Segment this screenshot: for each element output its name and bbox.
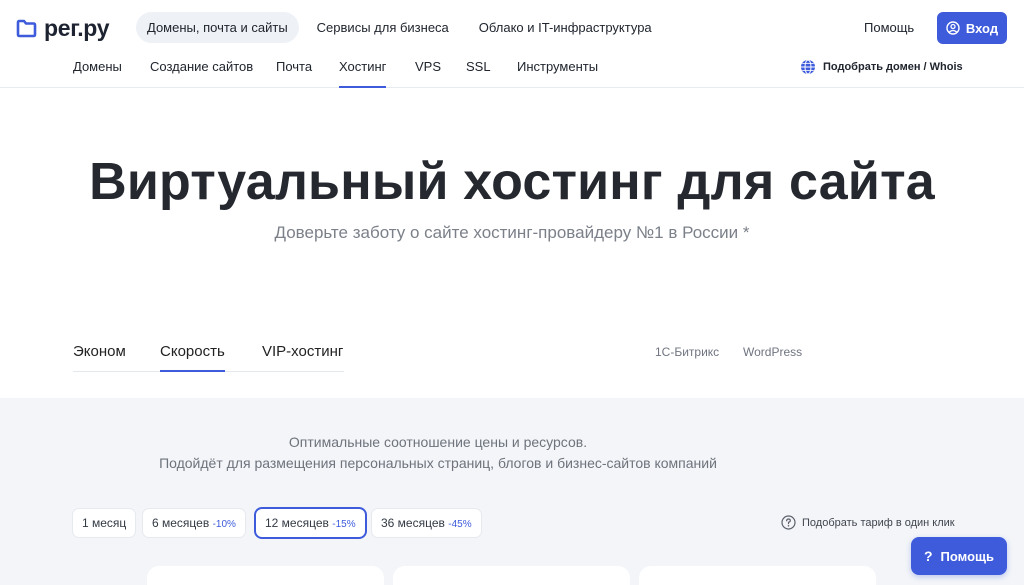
- sub-nav: Домены Создание сайтов Почта Хостинг VPS…: [0, 56, 1024, 88]
- period-discount: -45%: [448, 519, 472, 530]
- top-nav-domains[interactable]: Домены, почта и сайты: [136, 12, 299, 43]
- sub-nav-mail[interactable]: Почта: [276, 59, 312, 87]
- top-nav-cloud[interactable]: Облако и IT-инфраструктура: [468, 12, 663, 43]
- tariff-card[interactable]: [147, 566, 384, 585]
- period-discount: -10%: [212, 519, 236, 530]
- tariff-description: Оптимальные соотношение цены и ресурсов.…: [0, 432, 876, 474]
- page-subtitle: Доверьте заботу о сайте хостинг-провайде…: [274, 223, 750, 242]
- tariff-picker-label: Подобрать тариф в один клик: [802, 516, 955, 529]
- page-title: Виртуальный хостинг для сайта: [89, 153, 935, 211]
- period-label: 6 месяцев: [152, 516, 210, 530]
- period-1-month[interactable]: 1 месяц: [73, 509, 136, 537]
- period-36-months[interactable]: 36 месяцев -45%: [372, 509, 481, 537]
- question-icon: ?: [923, 548, 933, 564]
- sub-nav-vps[interactable]: VPS: [415, 59, 441, 87]
- user-circle-icon: [946, 21, 960, 35]
- tab-speed[interactable]: Скорость: [160, 343, 225, 372]
- period-discount: -15%: [332, 519, 356, 530]
- question-circle-icon: [781, 515, 796, 530]
- description-line-1: Оптимальные соотношение цены и ресурсов.: [288, 434, 588, 450]
- tariff-card[interactable]: [639, 566, 876, 585]
- cms-link-wordpress[interactable]: WordPress: [743, 345, 802, 359]
- tab-econom[interactable]: Эконом: [73, 343, 126, 371]
- tariff-card[interactable]: [393, 566, 630, 585]
- sub-nav-ssl[interactable]: SSL: [466, 59, 491, 87]
- folder-logo-icon: [16, 19, 37, 38]
- sub-nav-domains[interactable]: Домены: [73, 59, 122, 87]
- login-label: Вход: [965, 20, 999, 36]
- period-label: 36 месяцев: [381, 516, 445, 530]
- description-line-2: Подойдёт для размещения персональных стр…: [159, 455, 717, 471]
- top-nav: Домены, почта и сайты Сервисы для бизнес…: [136, 12, 669, 43]
- floating-help-button[interactable]: ? Помощь: [911, 537, 1007, 575]
- logo-text: рег.ру: [44, 15, 110, 41]
- login-button[interactable]: Вход: [937, 12, 1007, 44]
- sub-nav-tools[interactable]: Инструменты: [517, 59, 598, 87]
- sub-nav-site-builder[interactable]: Создание сайтов: [150, 59, 253, 87]
- tariff-picker-link[interactable]: Подобрать тариф в один клик: [781, 515, 955, 530]
- tab-vip[interactable]: VIP-хостинг: [262, 343, 343, 371]
- plan-tabs: Эконом Скорость VIP-хостинг: [73, 336, 344, 372]
- globe-icon: [801, 59, 815, 75]
- whois-link[interactable]: Подобрать домен / Whois: [800, 59, 963, 75]
- whois-label: Подобрать домен / Whois: [823, 61, 963, 73]
- period-6-months[interactable]: 6 месяцев -10%: [143, 509, 245, 537]
- floating-help-label: Помощь: [940, 548, 995, 564]
- logo[interactable]: рег.ру: [16, 15, 110, 42]
- period-label: 12 месяцев: [265, 516, 329, 530]
- top-nav-business[interactable]: Сервисы для бизнеса: [306, 12, 460, 43]
- cms-link-bitrix[interactable]: 1С-Битрикс: [655, 345, 719, 359]
- header: рег.ру Домены, почта и сайты Сервисы для…: [0, 0, 1024, 56]
- tariffs-section: [0, 398, 1024, 585]
- sub-nav-hosting[interactable]: Хостинг: [339, 59, 387, 88]
- period-label: 1 месяц: [82, 516, 127, 530]
- help-link[interactable]: Помощь: [864, 20, 914, 35]
- period-12-months[interactable]: 12 месяцев -15%: [256, 509, 365, 537]
